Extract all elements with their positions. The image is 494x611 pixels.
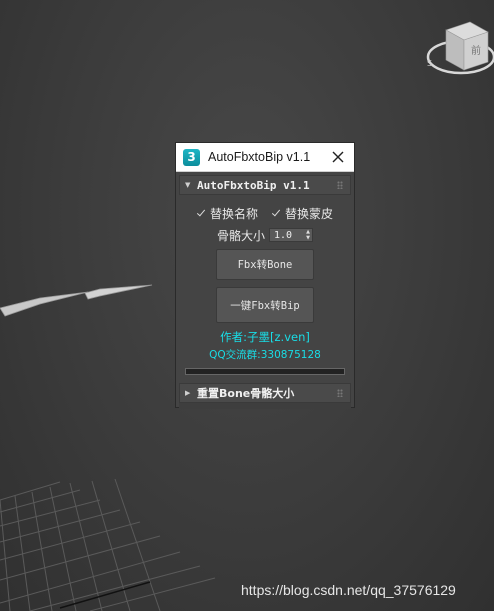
checkbox-row: 替换名称 替换蒙皮 [179,204,351,222]
viewcube-face-label: 前 [471,44,481,57]
autofbxtobip-dialog: 3 AutoFbxtoBip v1.1 ▼ AutoFbxtoBip v1.1 … [175,142,355,409]
triangle-right-icon: ▶ [185,389,191,397]
rename-checkbox[interactable]: 替换名称 [197,205,258,222]
rename-checkbox-label: 替换名称 [209,206,258,221]
3dsmax-app-icon: 3 [183,148,200,166]
close-icon [332,151,344,163]
rollout-reset-header[interactable]: ▶ 重置Bone骨骼大小 [179,383,351,403]
qq-group-text: QQ交流群:330875128 [209,349,321,361]
bone-size-spinner[interactable]: 1.0 ▲ ▼ [269,228,313,242]
rollout-reset-title: 重置Bone骨骼大小 [197,387,295,400]
grip-icon [337,389,343,397]
author-credit: 作者:子墨[z.ven] [220,330,310,344]
bone-objects[interactable] [0,284,153,317]
dialog-titlebar[interactable]: 3 AutoFbxtoBip v1.1 [176,143,354,172]
axis-line [59,581,151,609]
skin-checkbox[interactable]: 替换蒙皮 [272,205,333,222]
viewcube[interactable]: 前 S [426,21,494,75]
rollout-main-panel: 替换名称 替换蒙皮 骨骼大小 1.0 ▲ ▼ Fbx转Bone 一键Fbx转Bip… [179,195,351,375]
dialog-title: AutoFbxtoBip v1.1 [208,150,311,164]
bone-size-label: 骨骼大小 [216,228,265,243]
fbx-to-bip-button[interactable]: 一键Fbx转Bip [216,287,314,323]
skin-checkbox-label: 替换蒙皮 [285,206,334,221]
checkmark-icon [197,209,206,218]
close-button[interactable] [328,147,348,167]
viewcube-compass-mark: S [427,59,432,68]
bone-size-value: 1.0 [274,229,293,241]
bone-size-row: 骨骼大小 1.0 ▲ ▼ [179,226,351,244]
rollout-main-header[interactable]: ▼ AutoFbxtoBip v1.1 [179,175,351,195]
watermark-url: https://blog.csdn.net/qq_37576129 [241,582,456,598]
progress-bar [185,368,345,375]
fbx-to-bone-button[interactable]: Fbx转Bone [216,249,314,280]
rollout-main-title: AutoFbxtoBip v1.1 [197,178,310,192]
checkmark-icon [272,209,281,218]
ground-grid [0,478,216,611]
triangle-down-icon: ▼ [185,181,191,189]
spinner-arrows-icon[interactable]: ▲ ▼ [306,229,310,241]
grip-icon [337,181,343,189]
dialog-bottom-strip [179,403,351,409]
